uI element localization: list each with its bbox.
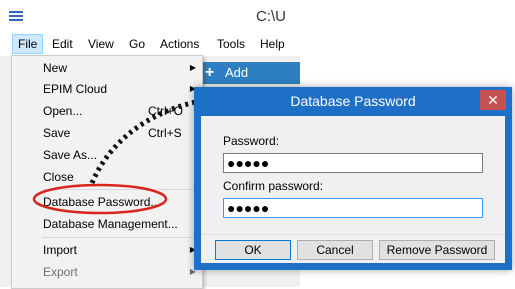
confirm-password-field[interactable]: ●●●●● [223,198,483,218]
password-field[interactable]: ●●●●● [223,153,483,173]
dialog-title: Database Password [290,93,416,109]
menu-item-new[interactable]: New ▶ [12,57,202,79]
database-password-dialog: Database Password ✕ Password: ●●●●● Conf… [194,87,512,270]
menu-item-label: Save As... [43,148,98,162]
menu-item-open[interactable]: Open... Ctrl+O [12,100,202,122]
dialog-titlebar: Database Password ✕ [194,87,512,116]
menu-item-label: Database Management... [43,217,178,231]
menu-bar: File Edit View Go Actions Tools Help [0,34,300,56]
menu-item-close[interactable]: Close [12,166,202,188]
menu-help[interactable]: Help [255,34,290,54]
confirm-password-label: Confirm password: [223,179,324,193]
menu-go[interactable]: Go [124,34,150,54]
menu-item-save[interactable]: Save Ctrl+S [12,122,202,144]
menu-item-database-management[interactable]: Database Management... [12,213,202,235]
submenu-arrow-icon: ▶ [189,63,196,72]
cancel-button[interactable]: Cancel [297,240,373,260]
menu-separator [42,237,200,238]
menu-item-label: Close [43,170,74,184]
dialog-body: Password: ●●●●● Confirm password: ●●●●● … [201,116,505,263]
menu-item-label: Save [43,126,71,140]
dialog-divider [201,234,505,235]
menu-edit[interactable]: Edit [47,34,78,54]
menu-item-save-as[interactable]: Save As... [12,144,202,166]
app-titlebar: C:\U [0,0,300,35]
close-icon[interactable]: ✕ [480,90,506,110]
menu-item-label: EPIM Cloud [43,82,108,96]
menu-separator [42,189,200,190]
toolbar: + Add Contact [195,58,300,102]
menu-item-import[interactable]: Import ▶ [12,239,202,261]
menu-item-export[interactable]: Export ▶ [12,261,202,283]
menu-view[interactable]: View [83,34,119,54]
menu-item-epim-cloud[interactable]: EPIM Cloud ▶ [12,78,202,100]
ok-button[interactable]: OK [215,240,291,260]
menu-item-shortcut: Ctrl+S [148,126,182,140]
menu-item-database-password[interactable]: Database Password... [12,191,202,213]
password-label: Password: [223,134,280,148]
menu-item-label: Import [43,243,78,257]
menu-item-shortcut: Ctrl+O [148,104,184,118]
menu-item-label: New [43,61,68,75]
plus-icon: + [205,64,215,81]
menu-item-label: Database Password... [43,195,161,209]
app-menu-icon[interactable] [8,9,24,23]
remove-password-button[interactable]: Remove Password [379,240,495,260]
menu-item-label: Open... [43,104,83,118]
menu-tools[interactable]: Tools [212,34,250,54]
menu-file[interactable]: File [12,34,44,54]
file-menu-dropdown: New ▶ EPIM Cloud ▶ Open... Ctrl+O Save C… [11,55,203,289]
app-title: C:\U [256,8,286,25]
add-contact-button[interactable]: + Add Contact [199,62,300,102]
menu-item-label: Export [43,265,78,279]
menu-actions[interactable]: Actions [155,34,204,54]
